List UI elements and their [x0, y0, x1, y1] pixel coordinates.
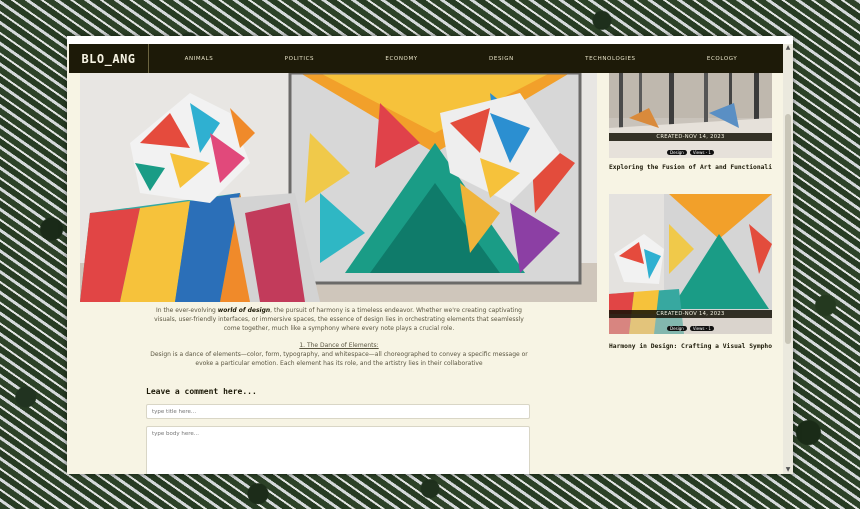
card-1-image: CREATED-NOV 14, 2023 Design Views - 1: [609, 73, 772, 158]
nav-item-animals[interactable]: ANIMALS: [185, 56, 214, 62]
card-2-tags: Design Views - 1: [609, 326, 772, 331]
card-1-title[interactable]: Exploring the Fusion of Art and Function…: [609, 164, 772, 171]
page-scrollbar[interactable]: ▲ ▼: [783, 44, 793, 474]
comment-body-input[interactable]: [146, 426, 530, 474]
card-2-created: CREATED-NOV 14, 2023: [609, 310, 772, 318]
card-1-views: Views - 1: [689, 150, 714, 155]
browser-window: BLO_ANG ANIMALS POLITICS ECONOMY DESIGN …: [67, 36, 793, 474]
nav-item-design[interactable]: DESIGN: [489, 56, 514, 62]
card-1-category[interactable]: Design: [667, 150, 687, 155]
site-navbar: BLO_ANG ANIMALS POLITICS ECONOMY DESIGN …: [69, 44, 783, 73]
card-2-category[interactable]: Design: [667, 326, 687, 331]
card-1-tags: Design Views - 1: [609, 150, 772, 155]
nav-menu: ANIMALS POLITICS ECONOMY DESIGN TECHNOLO…: [149, 56, 783, 62]
site-logo[interactable]: BLO_ANG: [69, 44, 149, 73]
chevron-down-icon[interactable]: ▼: [784, 466, 792, 474]
comment-title-input[interactable]: [146, 404, 530, 419]
nav-item-economy[interactable]: ECONOMY: [385, 56, 417, 62]
card-1-created: CREATED-NOV 14, 2023: [609, 133, 772, 141]
article-section-title: 1. The Dance of Elements:: [299, 342, 379, 349]
comment-heading: Leave a comment here...: [146, 387, 257, 396]
window-top-strip: [67, 36, 793, 44]
hero-image: [80, 73, 597, 302]
article-body: In the ever-evolving world of design, th…: [147, 306, 531, 368]
sidebar-card-1[interactable]: CREATED-NOV 14, 2023 Design Views - 1 Ex…: [609, 73, 772, 171]
nav-item-ecology[interactable]: ECOLOGY: [707, 56, 737, 62]
scroll-thumb[interactable]: [785, 114, 791, 344]
card-2-title[interactable]: Harmony in Design: Crafting a Visual Sym…: [609, 343, 772, 350]
article-section-text: Design is a dance of elements—color, for…: [150, 351, 528, 367]
sidebar-card-2[interactable]: CREATED-NOV 14, 2023 Design Views - 1 Ha…: [609, 194, 772, 350]
article-emphasis: world of design: [217, 307, 271, 314]
chevron-up-icon[interactable]: ▲: [784, 44, 792, 52]
card-2-image: CREATED-NOV 14, 2023 Design Views - 1: [609, 194, 772, 334]
article-intro: In the ever-evolving world of design, th…: [154, 307, 524, 332]
card-2-views: Views - 1: [689, 326, 714, 331]
nav-item-politics[interactable]: POLITICS: [285, 56, 314, 62]
nav-item-technologies[interactable]: TECHNOLOGIES: [585, 56, 636, 62]
